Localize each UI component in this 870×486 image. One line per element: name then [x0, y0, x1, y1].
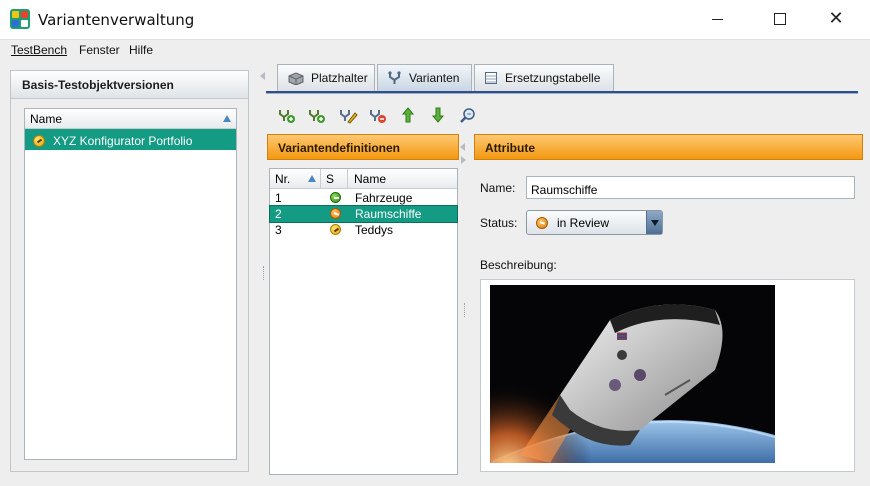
menu-bar: TestBench Fenster Hilfe	[0, 40, 870, 60]
tab-underline	[266, 91, 858, 94]
status-column-header[interactable]: S	[326, 172, 334, 186]
add-variant-button[interactable]	[276, 104, 298, 126]
edit-variant-icon	[340, 110, 358, 124]
name-column-header[interactable]: Name	[25, 109, 236, 129]
base-versions-panel: Basis-Testobjektversionen Name XYZ Konfi…	[10, 70, 249, 472]
variant-nr: 2	[275, 207, 282, 221]
edit-variant-button[interactable]	[337, 104, 359, 126]
name-label: Name:	[480, 181, 516, 195]
nr-column-header[interactable]: Nr.	[275, 172, 290, 186]
minimize-button[interactable]	[694, 0, 740, 38]
attributes-header: Attribute	[474, 134, 863, 160]
tab-varianten-label: Varianten	[409, 71, 460, 85]
status-in-progress-icon	[330, 224, 341, 235]
variant-nr: 3	[275, 223, 282, 237]
status-in-progress-icon	[33, 135, 45, 147]
tab-platzhalter-label: Platzhalter	[311, 71, 368, 85]
search-button[interactable]	[457, 104, 479, 126]
dropdown-arrow-button[interactable]	[646, 211, 662, 234]
collapse-left-icon[interactable]	[460, 143, 465, 151]
add-variant-copy-icon	[309, 110, 325, 123]
base-version-name: XYZ Konfigurator Portfolio	[53, 134, 193, 148]
close-icon: ✕	[828, 8, 844, 29]
table-icon	[485, 72, 497, 84]
maximize-icon	[774, 13, 786, 25]
maximize-button[interactable]	[757, 0, 803, 38]
window-title: Variantenverwaltung	[38, 11, 195, 29]
tab-platzhalter[interactable]: Platzhalter	[277, 64, 375, 91]
sort-ascending-icon	[308, 175, 316, 182]
delete-variant-icon	[370, 110, 386, 123]
description-label: Beschreibung:	[480, 258, 557, 272]
add-variant-copy-button[interactable]	[306, 104, 328, 126]
tab-scroll-left-icon[interactable]	[260, 72, 265, 80]
description-area[interactable]	[480, 279, 855, 472]
close-button[interactable]: ✕	[813, 0, 859, 38]
search-icon	[460, 108, 475, 123]
base-versions-table[interactable]: Name XYZ Konfigurator Portfolio	[24, 108, 237, 460]
name-column-label: Name	[30, 112, 63, 126]
status-in-review-icon	[330, 208, 341, 219]
splitter-grip-left[interactable]	[263, 266, 265, 280]
status-label: Status:	[480, 216, 518, 230]
variant-nr: 1	[275, 191, 282, 205]
variant-name: Fahrzeuge	[355, 191, 413, 205]
menu-fenster[interactable]: Fenster	[79, 43, 120, 57]
tab-ersetzungstabelle-label: Ersetzungstabelle	[505, 71, 601, 85]
move-up-icon	[401, 107, 415, 123]
table-row[interactable]: 2 Raumschiffe	[269, 205, 458, 223]
menu-hilfe[interactable]: Hilfe	[129, 43, 153, 57]
status-in-review-icon	[536, 216, 548, 229]
status-dropdown[interactable]: in Review	[526, 210, 663, 235]
status-approved-icon	[330, 192, 341, 203]
sort-ascending-icon	[223, 115, 231, 122]
splitter-grip-middle[interactable]	[464, 303, 466, 317]
move-down-icon	[431, 107, 445, 123]
name-column-header[interactable]: Name	[354, 172, 386, 186]
collapse-right-icon[interactable]	[461, 156, 466, 164]
tab-varianten[interactable]: Varianten	[377, 64, 472, 91]
variant-name: Teddys	[355, 223, 394, 237]
title-bar: Variantenverwaltung ✕	[0, 0, 870, 40]
placeholder-icon	[288, 72, 304, 85]
add-variant-icon	[279, 110, 295, 123]
base-versions-title: Basis-Testobjektversionen	[11, 71, 248, 99]
spaceship-image	[490, 285, 775, 463]
variant-name: Raumschiffe	[355, 207, 422, 221]
variant-table[interactable]: Nr. S Name 1 Fahrzeuge 2 Raumschiffe 3 T…	[269, 168, 458, 475]
menu-testbench[interactable]: TestBench	[11, 43, 67, 57]
move-down-button[interactable]	[427, 104, 449, 126]
status-value: in Review	[557, 215, 610, 230]
table-row[interactable]: 3 Teddys	[270, 222, 457, 238]
name-field[interactable]	[526, 176, 855, 199]
chevron-down-icon	[650, 219, 659, 226]
variants-icon	[388, 71, 401, 84]
variant-definitions-header: Variantendefinitionen	[267, 134, 459, 160]
minimize-icon	[711, 18, 723, 20]
table-row[interactable]: XYZ Konfigurator Portfolio	[25, 129, 236, 150]
delete-variant-button[interactable]	[367, 104, 389, 126]
move-up-button[interactable]	[397, 104, 419, 126]
app-icon	[10, 9, 30, 29]
table-row[interactable]: 1 Fahrzeuge	[270, 190, 457, 206]
variant-table-header: Nr. S Name	[270, 169, 457, 189]
tab-ersetzungstabelle[interactable]: Ersetzungstabelle	[474, 64, 614, 91]
